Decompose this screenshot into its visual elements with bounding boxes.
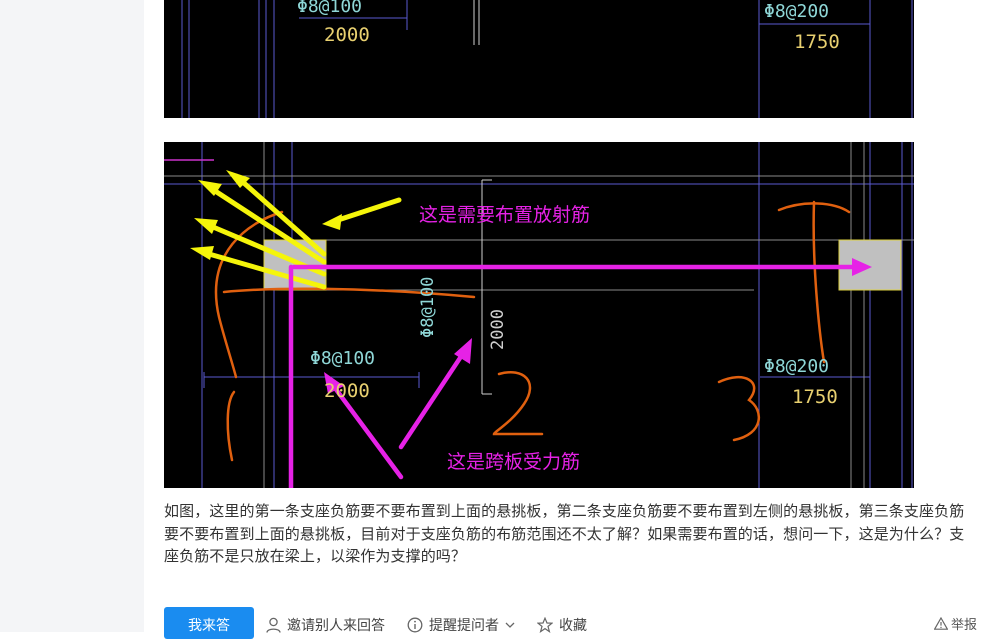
chevron-down-icon bbox=[505, 622, 515, 628]
star-icon bbox=[537, 617, 553, 633]
dimension-label-right: 1750 bbox=[794, 31, 840, 53]
rebar-label-vertical: Φ8@100 bbox=[418, 276, 438, 338]
warning-icon bbox=[933, 617, 948, 630]
info-icon bbox=[407, 617, 423, 633]
invite-answer-button[interactable]: 邀请别人来回答 bbox=[266, 615, 385, 635]
annotation-radial-rebar: 这是需要布置放射筋 bbox=[419, 204, 591, 226]
favorite-label: 收藏 bbox=[559, 618, 587, 634]
cad-image-top: Φ8@100 2000 Φ8@200 1750 bbox=[164, 0, 914, 118]
report-label: 举报 bbox=[950, 618, 977, 633]
question-body: 如图，这里的第一条支座负筋要不要布置到上面的悬挑板，第二条支座负筋要不要布置到左… bbox=[164, 502, 965, 565]
invite-answer-label: 邀请别人来回答 bbox=[287, 618, 385, 634]
action-bar: 我来答 邀请别人来回答 提醒提问者 收藏 举报 bbox=[164, 607, 991, 639]
remind-asker-button[interactable]: 提醒提问者 bbox=[407, 615, 515, 635]
left-gutter bbox=[0, 0, 144, 632]
dimension-label-vertical: 2000 bbox=[488, 309, 508, 350]
remind-asker-label: 提醒提问者 bbox=[429, 618, 499, 634]
dimension-label-right: 1750 bbox=[792, 386, 838, 408]
dimension-label-left: 2000 bbox=[324, 24, 370, 46]
report-button[interactable]: 举报 bbox=[933, 614, 977, 633]
rebar-label-right: Φ8@200 bbox=[764, 1, 830, 22]
cad-image-annotated: 这是需要布置放射筋 这是跨板受力筋 Φ8@100 2000 Φ8@100 200… bbox=[164, 142, 914, 488]
answer-button[interactable]: 我来答 bbox=[164, 607, 254, 639]
dimension-label-left: 2000 bbox=[324, 380, 370, 402]
user-icon bbox=[266, 617, 281, 633]
annotation-span-rebar: 这是跨板受力筋 bbox=[447, 451, 581, 473]
rebar-label-left: Φ8@100 bbox=[297, 0, 363, 17]
favorite-button[interactable]: 收藏 bbox=[537, 615, 587, 635]
rebar-label-left: Φ8@100 bbox=[310, 348, 376, 369]
rebar-label-right: Φ8@200 bbox=[764, 356, 830, 377]
